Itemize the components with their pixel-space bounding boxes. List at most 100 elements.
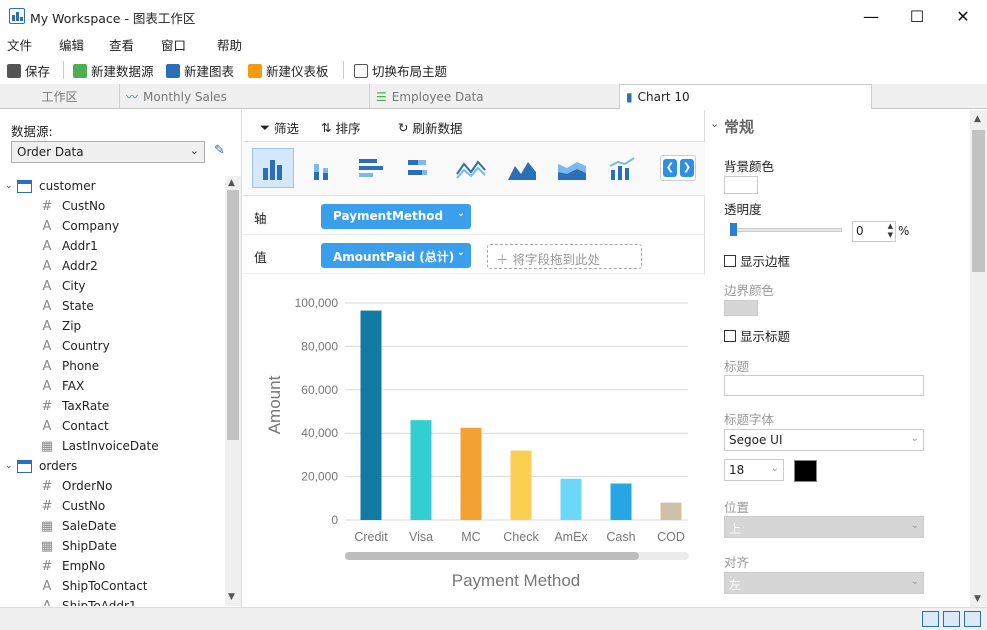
bar-cash	[610, 483, 632, 520]
sort-button[interactable]: ⇅ 排序	[321, 118, 361, 137]
font-select[interactable]: Segoe UI ⌄	[724, 429, 924, 451]
show-title-checkbox[interactable]: 显示标题	[724, 326, 790, 345]
tree-table-customer[interactable]: ⌄ customer	[5, 176, 96, 196]
tree-table-orders[interactable]: ⌄ orders	[5, 456, 77, 476]
tree-field[interactable]: ▦ SaleDate	[40, 516, 117, 536]
tree-field[interactable]: A FAX	[40, 376, 85, 396]
menu-view[interactable]: 查看	[109, 35, 134, 54]
opacity-slider[interactable]	[732, 228, 842, 232]
chevron-down-icon[interactable]: ⌄	[457, 208, 465, 219]
tree-scroll-thumb[interactable]	[227, 190, 239, 440]
x-tick-label: COD	[657, 530, 685, 544]
line-chart-type[interactable]	[450, 148, 492, 188]
tree-field[interactable]: # CustNo	[40, 196, 106, 216]
maximize-button[interactable]: ☐	[894, 0, 940, 32]
field-name: ShipToAddr1	[62, 599, 137, 606]
datasource-select[interactable]: Order Data ⌄	[11, 141, 205, 163]
chevron-down-icon[interactable]: ⌄	[5, 181, 17, 191]
tree-field[interactable]: A Contact	[40, 416, 109, 436]
menu-help[interactable]: 帮助	[217, 35, 242, 54]
filter-button[interactable]: ⏷ 筛选	[260, 118, 299, 137]
border-color-swatch[interactable]	[724, 300, 758, 316]
chevron-down-icon[interactable]: ⌄	[457, 247, 465, 258]
tab-workspace[interactable]: 工作区	[0, 84, 120, 109]
tree-field[interactable]: ▦ LastInvoiceDate	[40, 436, 159, 456]
switch-theme-button[interactable]: 切换布局主题	[354, 61, 447, 80]
opacity-input[interactable]: 0 ▲ ▼	[852, 221, 896, 242]
show-border-checkbox[interactable]: 显示边框	[724, 251, 790, 270]
title-input[interactable]	[724, 375, 924, 396]
minimize-button[interactable]: —	[848, 0, 894, 32]
new-chart-button[interactable]: 新建图表	[166, 61, 234, 80]
scroll-up-icon[interactable]: ▲	[228, 178, 235, 188]
opacity-slider-thumb[interactable]	[730, 223, 737, 236]
spinner-icon[interactable]: ▲ ▼	[888, 222, 893, 240]
chevron-down-icon[interactable]: ⌄	[5, 461, 17, 471]
save-button[interactable]: 保存	[7, 61, 50, 80]
chevron-left-icon[interactable]: ❮	[663, 159, 677, 177]
tree-field[interactable]: A City	[40, 276, 86, 296]
text-field-icon: A	[42, 358, 52, 374]
align-select[interactable]: 左 ⌄	[724, 572, 924, 594]
font-size-select[interactable]: 18 ⌄	[724, 459, 784, 481]
tree-field[interactable]: # EmpNo	[40, 556, 106, 576]
refresh-button[interactable]: ↻ 刷新数据	[398, 118, 463, 137]
text-field-icon: A	[42, 298, 52, 314]
bg-color-swatch[interactable]	[724, 176, 758, 194]
scroll-down-icon[interactable]: ▼	[228, 592, 235, 602]
menu-edit[interactable]: 编辑	[59, 35, 84, 54]
edit-icon[interactable]: ✎	[214, 143, 225, 158]
tree-field[interactable]: A Company	[40, 216, 120, 236]
value-field-pill[interactable]: AmountPaid (总计) ⌄	[321, 243, 471, 268]
tree-field[interactable]: A State	[40, 296, 94, 316]
tree-field[interactable]: A Addr2	[40, 256, 98, 276]
tree-field[interactable]: # OrderNo	[40, 476, 113, 496]
tree-field[interactable]: A Zip	[40, 316, 82, 336]
tree-field[interactable]: A Addr1	[40, 236, 98, 256]
chevron-right-icon[interactable]: ❯	[680, 159, 694, 177]
tab-employee-data[interactable]: ☰ Employee Data	[370, 84, 620, 109]
tree-field[interactable]: A Country	[40, 336, 110, 356]
tab-chart-10[interactable]: ▮ Chart 10	[620, 84, 872, 109]
layout-center-icon[interactable]	[943, 611, 960, 627]
menu-window[interactable]: 窗口	[161, 35, 186, 54]
layout-left-icon[interactable]	[922, 611, 939, 627]
tree-field[interactable]: A ShipToContact	[40, 576, 148, 596]
axis-field-pill[interactable]: PaymentMethod ⌄	[321, 204, 471, 229]
refresh-icon: ↻	[398, 120, 409, 135]
drop-hint: 将字段拖到此处	[512, 252, 601, 267]
chevron-down-icon: ⌄	[910, 433, 919, 444]
tree-field[interactable]: ▦ ShipDate	[40, 536, 117, 556]
font-color-swatch[interactable]	[794, 460, 817, 482]
field-name: OrderNo	[62, 479, 113, 493]
stacked-bar-type[interactable]	[399, 148, 441, 188]
stacked-area-type[interactable]	[551, 148, 593, 188]
tree-field[interactable]: # CustNo	[40, 496, 106, 516]
bar-cod	[660, 502, 682, 520]
tree-field[interactable]: # TaxRate	[40, 396, 110, 416]
tree-field[interactable]: A ShipToAddr1	[40, 596, 137, 607]
new-dashboard-button[interactable]: 新建仪表板	[248, 61, 329, 80]
switch-theme-label: 切换布局主题	[372, 64, 448, 79]
combo-chart-type[interactable]	[601, 148, 643, 188]
menu-file[interactable]: 文件	[7, 35, 32, 54]
close-button[interactable]: ✕	[940, 0, 986, 32]
date-field-icon: ▦	[40, 518, 54, 534]
tab-monthly-sales[interactable]: 〰 Monthly Sales	[120, 84, 370, 109]
new-datasource-button[interactable]: 新建数据源	[73, 61, 154, 80]
datasource-icon	[73, 63, 87, 78]
layout-right-icon[interactable]	[964, 611, 981, 627]
text-field-icon: A	[42, 378, 52, 394]
tree-field[interactable]: A Phone	[40, 356, 100, 376]
chevron-down-icon[interactable]: ⌄	[710, 117, 719, 130]
scroll-down-icon[interactable]: ▼	[974, 594, 981, 604]
area-chart-type[interactable]	[501, 148, 543, 188]
stacked-column-type[interactable]	[301, 148, 343, 188]
position-select[interactable]: 上 ⌄	[724, 516, 924, 538]
column-chart-type[interactable]	[252, 148, 294, 188]
field-drop-zone[interactable]: ＋ 将字段拖到此处	[487, 244, 642, 269]
scroll-up-icon[interactable]: ▲	[974, 114, 981, 124]
properties-scroll-thumb[interactable]	[972, 130, 985, 272]
font-size-value: 18	[729, 463, 745, 477]
bar-chart-type[interactable]	[350, 148, 392, 188]
